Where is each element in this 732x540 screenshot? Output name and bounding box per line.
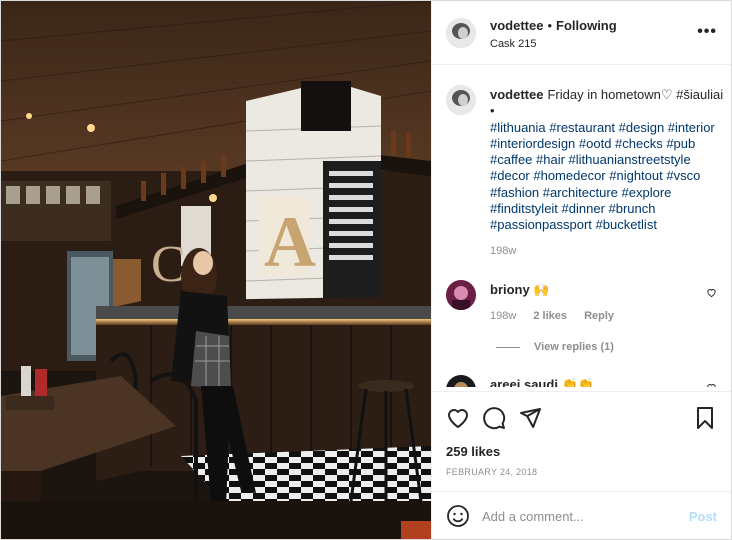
post-date: FEBRUARY 24, 2018 [446,467,538,477]
commenter-avatar[interactable] [446,375,476,387]
replies-divider [496,346,520,348]
commenter-avatar[interactable] [446,280,476,310]
comment-meta: 198w 2 likes Reply [490,310,628,322]
comment-like-heart-icon[interactable] [706,287,717,298]
post-actions: 259 likes FEBRUARY 24, 2018 [432,391,731,491]
post-side-panel: vodettee • Following Cask 215 ••• vodettee… [431,1,731,539]
comment-text: 🙌 [533,282,550,297]
svg-text:A: A [264,202,316,282]
comment: areei.saudi 👏👏 [490,377,594,387]
author-line: vodettee • Following [490,18,617,33]
caption-author-avatar[interactable] [446,85,476,115]
likes-count[interactable]: 259 likes [446,444,500,459]
heart-icon[interactable] [446,406,470,430]
separator-dot: • [547,18,553,33]
comment-like-heart-icon[interactable] [706,382,717,387]
more-horizontal-icon[interactable]: ••• [697,23,717,41]
caption-bullet: • [490,103,495,119]
comment-likes[interactable]: 2 likes [533,310,567,322]
author-username[interactable]: vodettee [490,18,543,33]
add-comment-bar: Post [432,491,731,539]
post-dialog: A C vodettee • Following Cask 215 ••• vo… [0,0,732,540]
caption-username[interactable]: vodettee [490,87,543,102]
svg-text:C: C [151,236,186,293]
comment-text: 👏👏 [561,377,594,387]
post-photo[interactable]: A C [1,1,431,539]
caption-hashtags[interactable]: #lithuania #restaurant #design #interior… [490,120,715,233]
caption-timestamp[interactable]: 198w [490,245,516,257]
photo-illustration: A C [1,1,431,539]
location-link[interactable]: Cask 215 [490,38,536,50]
view-replies-label: View replies (1) [534,341,614,353]
post-button[interactable]: Post [689,509,717,524]
reply-button[interactable]: Reply [584,310,614,322]
author-avatar[interactable] [446,18,476,48]
comment-username[interactable]: briony [490,282,530,297]
emoji-icon[interactable] [446,504,470,528]
post-header: vodettee • Following Cask 215 ••• [432,1,731,65]
bookmark-icon[interactable] [693,406,717,430]
comment-icon[interactable] [482,406,506,430]
following-button[interactable]: Following [556,18,617,33]
view-replies-button[interactable]: View replies (1) [490,341,614,353]
comment-input[interactable] [482,504,682,528]
comment-username[interactable]: areei.saudi [490,377,558,387]
comments-section[interactable]: vodettee Friday in hometown♡ #šiauliai • … [432,65,731,387]
paper-plane-icon[interactable] [518,406,542,430]
caption-text: Friday in hometown♡ #šiauliai [547,87,724,102]
comment: briony 🙌 [490,282,550,298]
post-caption: vodettee Friday in hometown♡ #šiauliai • … [490,87,730,234]
comment-timestamp[interactable]: 198w [490,310,516,322]
